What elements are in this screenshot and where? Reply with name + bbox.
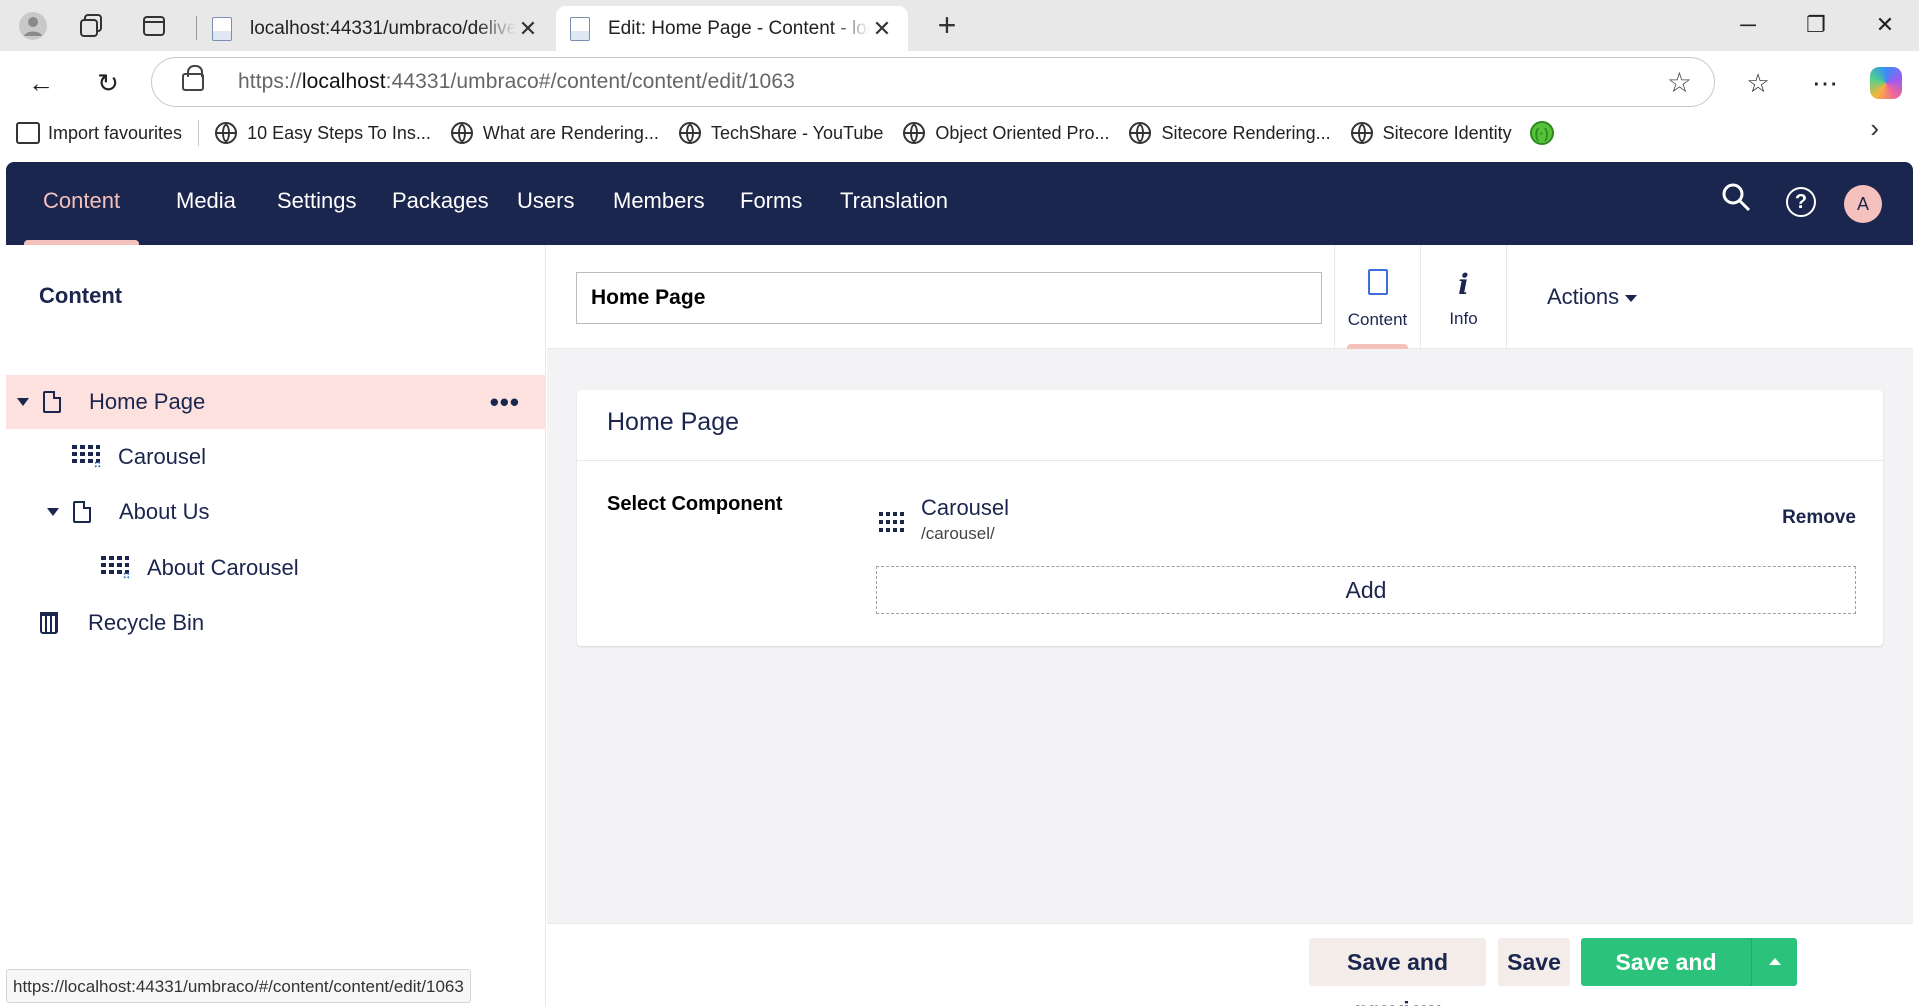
bookmark-import-favourites[interactable]: Import favourites [6, 113, 192, 153]
caret-down-icon [1625, 294, 1638, 302]
favorites-icon[interactable]: ☆ [1738, 63, 1778, 103]
tab-separator [196, 16, 197, 40]
page-favicon-icon [212, 16, 232, 41]
document-icon [43, 391, 61, 413]
header-divider [1506, 245, 1507, 349]
add-button[interactable]: Add [876, 566, 1856, 614]
globe-icon [215, 122, 238, 144]
globe-icon [1129, 122, 1152, 144]
grid-icon [879, 512, 905, 534]
editor-header: Content i Info Actions [547, 245, 1913, 349]
more-menu-icon[interactable]: ⋯ [1805, 63, 1845, 103]
tree-node-label: Home Page [89, 389, 206, 414]
tab-title: Edit: Home Page - Content - localhost [608, 17, 870, 39]
caret-down-icon[interactable] [47, 508, 59, 516]
save-and-publish-button[interactable]: Save and publish [1581, 938, 1751, 1006]
tree-node-home-page[interactable]: Home Page ••• [6, 375, 546, 429]
grid-dots-icon [94, 460, 101, 468]
bookmark-item[interactable]: Sitecore Identity [1341, 113, 1522, 153]
restore-button[interactable]: ❐ [1786, 6, 1846, 44]
extension-icon[interactable]: (·) [1529, 121, 1554, 145]
profile-icon[interactable] [17, 10, 49, 42]
tree-node-label: Carousel [118, 444, 207, 469]
globe-icon [1350, 122, 1373, 144]
group-title: Home Page [577, 390, 1883, 461]
tree-heading: Content [39, 283, 123, 308]
help-icon[interactable]: ? [1786, 187, 1816, 217]
minimize-button[interactable]: ─ [1718, 6, 1778, 44]
document-icon [1367, 269, 1388, 295]
section-navigation: Content Media Settings Packages Users Me… [6, 162, 1913, 245]
collections-icon[interactable] [76, 10, 108, 42]
grid-dots-icon [123, 571, 130, 579]
tree-node-recycle-bin[interactable]: Recycle Bin [6, 596, 546, 650]
tree-node-label: About Us [119, 499, 210, 524]
browser-tab-edit-home[interactable]: Edit: Home Page - Content - localhost ✕ [556, 6, 908, 51]
section-content[interactable]: Content [13, 162, 150, 245]
browser-tab-bar: localhost:44331/umbraco/delivery ✕ Edit:… [0, 0, 1919, 51]
globe-icon [678, 122, 701, 144]
address-url[interactable]: https://localhost:44331/umbraco#/content… [238, 70, 795, 94]
tab-content-app[interactable]: Content [1334, 245, 1420, 349]
lock-icon[interactable] [182, 65, 204, 91]
picked-item-name[interactable]: Carousel [921, 495, 1009, 521]
back-button[interactable]: ← [22, 64, 60, 102]
chevron-right-icon[interactable]: › [1870, 113, 1879, 144]
page-favicon-icon [570, 16, 590, 41]
copilot-icon[interactable] [1866, 63, 1906, 103]
tab-info-app[interactable]: i Info [1420, 245, 1506, 349]
reload-button[interactable]: ↻ [89, 64, 127, 102]
import-icon [16, 122, 40, 144]
tree-node-about-us[interactable]: About Us [6, 485, 546, 539]
browser-tab-delivery[interactable]: localhost:44331/umbraco/delivery ✕ [198, 6, 554, 51]
publish-options-caret-icon[interactable] [1751, 938, 1797, 986]
browser-toolbar: ← ↻ https://localhost:44331/umbraco#/con… [0, 51, 1919, 163]
favorite-star-icon[interactable]: ☆ [1667, 66, 1692, 99]
caret-down-icon[interactable] [17, 398, 29, 406]
bookmark-item[interactable]: Object Oriented Pro... [893, 113, 1119, 153]
tree-node-about-carousel[interactable]: About Carousel [6, 541, 546, 595]
bookmark-item[interactable]: TechShare - YouTube [669, 113, 893, 153]
search-icon[interactable] [1716, 182, 1756, 222]
node-name-input[interactable] [576, 272, 1322, 324]
favorites-bar: Import favourites 10 Easy Steps To Ins..… [0, 108, 1919, 158]
tab-title: localhost:44331/umbraco/delivery [250, 17, 516, 39]
trash-icon [40, 612, 58, 634]
editor-footer: Save and preview Save Save and publish [547, 923, 1913, 1006]
actions-dropdown[interactable]: Actions [1547, 277, 1667, 317]
tree-node-carousel[interactable]: Carousel [6, 430, 546, 484]
tree-node-label: About Carousel [147, 555, 299, 580]
content-editor: Content i Info Actions Home Page Select … [547, 245, 1913, 1006]
new-tab-button[interactable]: + [930, 8, 964, 42]
bookmark-separator [198, 120, 200, 146]
umbraco-backoffice: Content Media Settings Packages Users Me… [6, 162, 1913, 1006]
document-icon [73, 501, 91, 523]
close-window-button[interactable]: ✕ [1855, 6, 1915, 44]
save-and-preview-button[interactable]: Save and preview [1309, 938, 1486, 1006]
bookmark-item[interactable]: Sitecore Rendering... [1119, 113, 1340, 153]
avatar[interactable]: A [1844, 185, 1882, 223]
tree-node-label: Recycle Bin [88, 610, 205, 635]
close-tab-icon[interactable]: ✕ [516, 16, 540, 42]
section-translation[interactable]: Translation [810, 162, 978, 245]
picked-item-path: /carousel/ [921, 524, 995, 543]
node-actions-icon[interactable]: ••• [490, 387, 520, 418]
save-button[interactable]: Save [1498, 938, 1570, 986]
globe-icon [450, 122, 473, 144]
bookmark-item[interactable]: 10 Easy Steps To Ins... [205, 113, 441, 153]
app-label: Content [1347, 310, 1408, 329]
property-label: Select Component [607, 493, 783, 515]
address-bar[interactable]: https://localhost:44331/umbraco#/content… [151, 57, 1715, 107]
content-tree: Content Home Page ••• Carousel About Us … [6, 245, 546, 1006]
close-tab-icon[interactable]: ✕ [870, 16, 894, 42]
info-icon: i [1458, 268, 1469, 301]
picked-item: Carousel /carousel/ Remove [876, 495, 1856, 552]
bookmark-item[interactable]: What are Rendering... [441, 113, 669, 153]
remove-button[interactable]: Remove [1782, 507, 1856, 529]
vertical-tabs-icon[interactable] [138, 10, 170, 42]
globe-icon [903, 122, 926, 144]
status-bar-url: https://localhost:44331/umbraco/#/conten… [6, 969, 471, 1003]
app-label: Info [1449, 309, 1478, 328]
property-group-card: Home Page Select Component Carousel /car… [577, 390, 1883, 646]
